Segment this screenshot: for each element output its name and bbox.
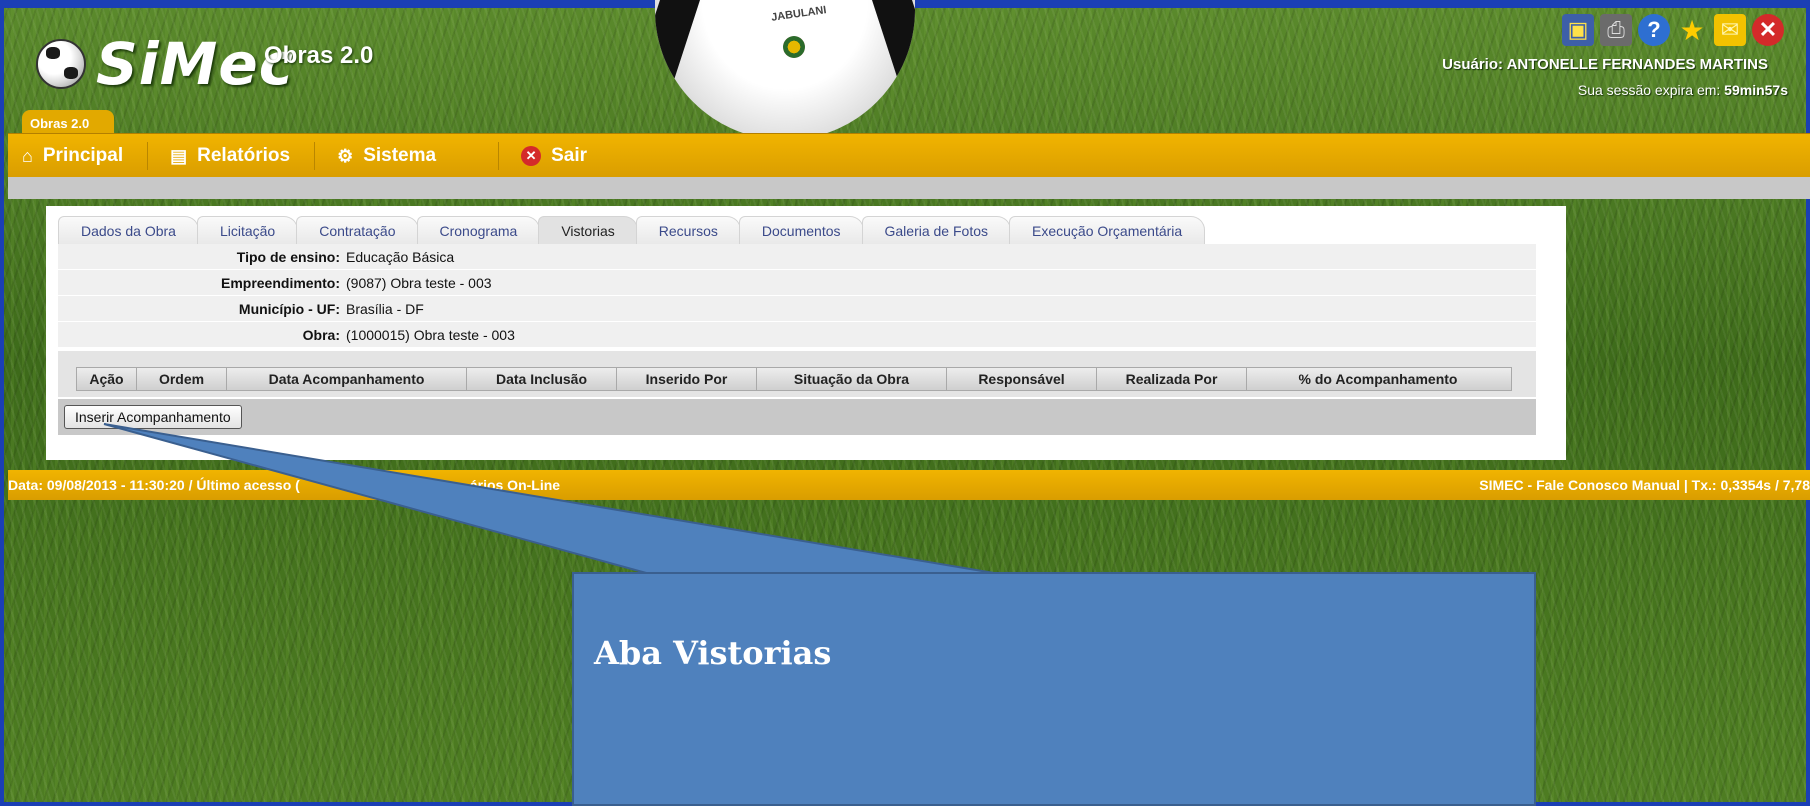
menu-principal[interactable]: ⌂ Principal (22, 134, 147, 178)
info-label: Tipo de ensino: (236, 248, 340, 265)
tab-galeria-de-fotos[interactable]: Galeria de Fotos (861, 216, 1011, 244)
info-value: (1000015) Obra teste - 003 (346, 326, 515, 343)
footer-bar: Data: 09/08/2013 - 11:30:20 / Último ace… (8, 470, 1810, 500)
tab-contratacao[interactable]: Contratação (296, 216, 419, 244)
menu-divider (314, 142, 316, 170)
col-data-inclusao[interactable]: Data Inclusão (467, 368, 617, 390)
menu-sistema[interactable]: ⚙ Sistema (337, 134, 460, 178)
main-menu-bar: ⌂ Principal ▤ Relatórios ⚙ Sistema ✕ Sai… (8, 133, 1810, 178)
tab-recursos[interactable]: Recursos (635, 216, 741, 244)
col-responsavel[interactable]: Responsável (947, 368, 1097, 390)
info-row-empreendimento: Empreendimento: (9087) Obra teste - 003 (58, 270, 1536, 296)
home-icon: ⌂ (22, 145, 33, 166)
gear-icon: ⚙ (337, 145, 354, 166)
tab-execucao-orcamentaria[interactable]: Execução Orçamentária (1009, 216, 1206, 244)
menu-sistema-label: Sistema (363, 145, 437, 166)
menu-relatorios-label: Relatórios (197, 145, 291, 166)
mail-icon[interactable]: ✉ (1714, 14, 1746, 46)
tab-cronograma[interactable]: Cronograma (416, 216, 541, 244)
footer-online-link[interactable]: ários On-Line (470, 477, 560, 493)
info-label: Empreendimento: (220, 274, 340, 291)
ball-stripe-right (852, 0, 915, 140)
button-row: Inserir Acompanhamento (58, 399, 1536, 435)
info-row-tipo-ensino: Tipo de ensino: Educação Básica (58, 244, 1536, 270)
grid-header-row: Ação Ordem Data Acompanhamento Data Incl… (76, 367, 1512, 391)
close-icon[interactable]: ✕ (1752, 14, 1784, 46)
col-acao[interactable]: Ação (77, 368, 137, 390)
footer-left-text: Data: 09/08/2013 - 11:30:20 / Último ace… (8, 477, 560, 493)
reports-icon: ▤ (170, 145, 188, 166)
callout-title: Aba Vistorias (594, 634, 832, 672)
col-realizada-por[interactable]: Realizada Por (1097, 368, 1247, 390)
exit-icon: ✕ (521, 146, 542, 166)
obra-info: Tipo de ensino: Educação Básica Empreend… (58, 244, 1536, 348)
monitor-icon[interactable]: ▣ (1562, 14, 1594, 46)
info-value: Educação Básica (346, 248, 455, 265)
content-panel: Dados da Obra Licitação Contratação Cron… (46, 206, 1566, 460)
printer-icon[interactable]: ⎙ (1600, 14, 1632, 46)
callout-box: Aba Vistorias (572, 572, 1536, 806)
info-label: Município - UF: (238, 300, 340, 317)
info-value: Brasília - DF (346, 300, 424, 317)
tab-dados-da-obra[interactable]: Dados da Obra (58, 216, 199, 244)
col-situacao-da-obra[interactable]: Situação da Obra (757, 368, 947, 390)
info-label: Obra: (302, 326, 340, 343)
info-value: (9087) Obra teste - 003 (346, 274, 492, 291)
session-timer: Sua sessão expira em: 59min57s (1578, 82, 1788, 98)
top-toolbar: ▣ ⎙ ? ★ ✉ ✕ (1562, 14, 1784, 46)
footer-right-text[interactable]: SIMEC - Fale Conosco Manual | Tx.: 0,335… (1479, 477, 1810, 493)
acompanhamento-grid: Ação Ordem Data Acompanhamento Data Incl… (58, 351, 1536, 397)
jabulani-ball-image: JABULANI (655, 0, 915, 140)
menu-relatorios[interactable]: ▤ Relatórios (170, 134, 314, 178)
col-percent-acompanhamento[interactable]: % do Acompanhamento (1247, 368, 1509, 390)
user-name: Usuário: ANTONELLE FERNANDES MARTINS (1442, 56, 1768, 73)
menu-sair-label: Sair (551, 145, 587, 166)
obra-tabs: Dados da Obra Licitação Contratação Cron… (58, 216, 1206, 244)
star-icon[interactable]: ★ (1676, 14, 1708, 46)
simec-logo[interactable]: SiMec (36, 30, 294, 98)
session-time: 59min57s (1724, 82, 1788, 98)
menu-divider (498, 142, 500, 170)
col-ordem[interactable]: Ordem (137, 368, 227, 390)
ball-brand-label: JABULANI (770, 4, 828, 24)
info-row-municipio: Município - UF: Brasília - DF (58, 296, 1536, 322)
help-icon[interactable]: ? (1638, 14, 1670, 46)
world-cup-emblem-icon (783, 36, 805, 58)
info-row-obra: Obra: (1000015) Obra teste - 003 (58, 322, 1536, 348)
tab-vistorias[interactable]: Vistorias (538, 216, 638, 244)
breadcrumb-bar (8, 177, 1810, 199)
session-prefix: Sua sessão expira em: (1577, 82, 1721, 98)
menu-sair[interactable]: ✕ Sair (521, 134, 611, 178)
tab-documentos[interactable]: Documentos (738, 216, 864, 244)
menu-divider (147, 142, 149, 170)
col-data-acompanhamento[interactable]: Data Acompanhamento (227, 368, 467, 390)
tab-licitacao[interactable]: Licitação (196, 216, 299, 244)
soccer-ball-icon (36, 39, 86, 89)
inserir-acompanhamento-button[interactable]: Inserir Acompanhamento (64, 405, 242, 429)
ball-stripe-left (655, 0, 720, 140)
menu-principal-label: Principal (42, 145, 124, 166)
col-inserido-por[interactable]: Inserido Por (617, 368, 757, 390)
app-version: Obras 2.0 (264, 42, 374, 69)
footer-date: Data: 09/08/2013 - 11:30:20 / Último ace… (8, 477, 300, 493)
